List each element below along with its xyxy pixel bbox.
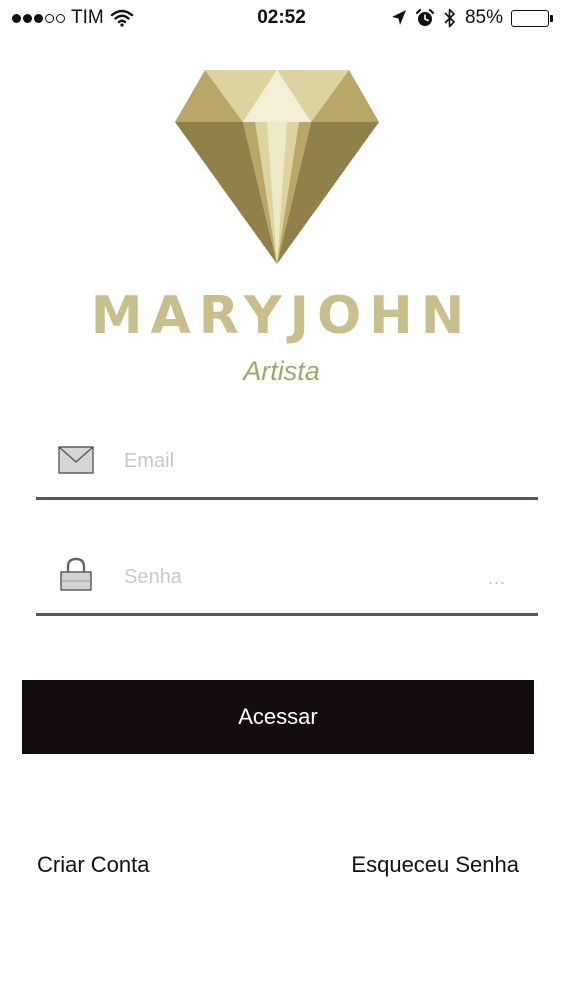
carrier-name: TIM bbox=[71, 7, 104, 28]
email-input[interactable] bbox=[124, 444, 464, 478]
password-input[interactable] bbox=[124, 560, 464, 594]
password-field: ... bbox=[36, 548, 538, 616]
forgot-password-link[interactable]: Esqueceu Senha bbox=[351, 852, 519, 878]
brand-wordmark: MARYJOHN bbox=[90, 286, 473, 346]
location-arrow-icon bbox=[391, 10, 406, 25]
password-mask-indicator: ... bbox=[487, 568, 506, 588]
diamond-logo-icon bbox=[175, 70, 379, 264]
status-bar-right: 85% bbox=[391, 7, 553, 29]
status-bar: TIM 02:52 85% bbox=[0, 0, 563, 36]
envelope-icon bbox=[58, 446, 94, 474]
bluetooth-icon bbox=[444, 8, 455, 28]
status-bar-left: TIM bbox=[12, 7, 134, 29]
lock-icon bbox=[60, 557, 92, 591]
alarm-icon bbox=[415, 8, 435, 26]
create-account-link[interactable]: Criar Conta bbox=[37, 852, 149, 878]
login-button[interactable]: Acessar bbox=[22, 680, 534, 754]
brand-subtitle: Artista bbox=[243, 356, 320, 386]
email-field bbox=[36, 432, 538, 500]
battery-percentage: 85% bbox=[464, 7, 503, 28]
wifi-icon bbox=[110, 9, 133, 27]
signal-strength-icon bbox=[12, 13, 65, 23]
login-screen: TIM 02:52 85% MARYJOHN Artista Email ...… bbox=[0, 0, 563, 1000]
battery-icon bbox=[511, 9, 553, 27]
